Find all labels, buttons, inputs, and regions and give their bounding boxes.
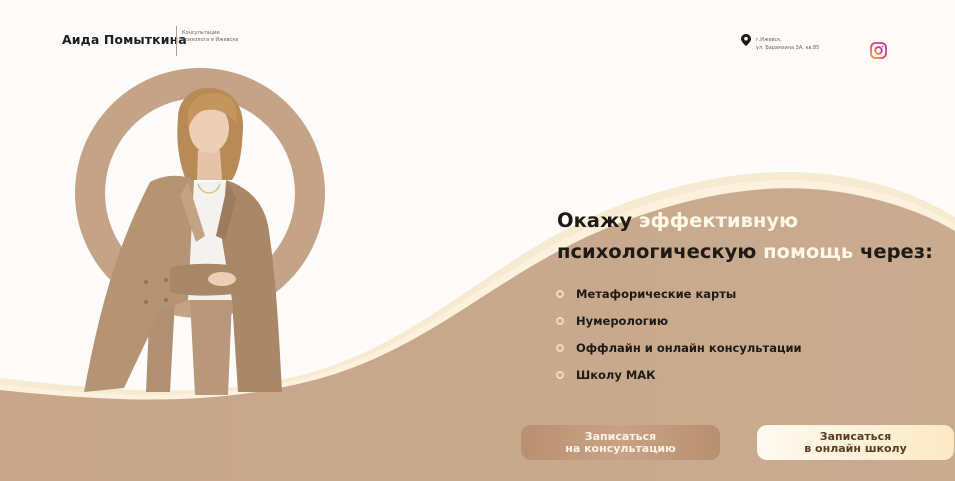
button-label-line-1: Записаться xyxy=(819,429,892,443)
tagline: Консультации психолога в Ижевске xyxy=(182,30,272,43)
instagram-icon[interactable] xyxy=(870,42,887,59)
list-item: Оффлайн и онлайн консультации xyxy=(556,334,802,361)
headline-word: Окажу xyxy=(557,209,633,232)
button-label-line-2: на консультацию xyxy=(565,441,676,455)
circle-bullet-icon xyxy=(556,316,564,325)
headline-word: через: xyxy=(859,240,933,263)
button-label-line-1: Записаться xyxy=(584,429,657,443)
enroll-online-school-button[interactable]: Записаться в онлайн школу xyxy=(757,425,954,460)
address-line-2: ул. Барамзина 3А, кв.85 xyxy=(756,44,820,51)
headline-highlight: помощь xyxy=(763,240,854,263)
headline-word: психологическую xyxy=(557,240,757,263)
brand-name[interactable]: Аида Помыткина xyxy=(62,32,187,47)
list-item: Нумерологию xyxy=(556,307,802,334)
list-item: Метафорические карты xyxy=(556,280,802,307)
book-consultation-button[interactable]: Записаться на консультацию xyxy=(521,425,720,460)
address: г.Ижевск, ул. Барамзина 3А, кв.85 xyxy=(756,37,819,52)
circle-bullet-icon xyxy=(556,370,564,379)
landing-page: Аида Помыткина Консультации психолога в … xyxy=(0,0,955,481)
circle-bullet-icon xyxy=(556,289,564,298)
services-list: Метафорические карты Нумерологию Оффлайн… xyxy=(556,280,802,388)
location-pin-icon xyxy=(741,34,751,46)
circle-bullet-icon xyxy=(556,343,564,352)
service-label: Оффлайн и онлайн консультации xyxy=(576,340,802,355)
service-label: Метафорические карты xyxy=(576,286,737,301)
tagline-line-2: психолога в Ижевске xyxy=(182,36,239,43)
hero-headline: Окажу эффективную психологическую помощь… xyxy=(557,205,933,267)
headline-line-1: Окажу эффективную xyxy=(557,205,933,236)
button-label-line-2: в онлайн школу xyxy=(804,441,907,455)
service-label: Школу МАК xyxy=(576,367,656,382)
headline-line-2: психологическую помощь через: xyxy=(557,236,933,267)
headline-highlight: эффективную xyxy=(638,209,799,232)
list-item: Школу МАК xyxy=(556,361,802,388)
service-label: Нумерологию xyxy=(576,313,669,328)
address-line-1: г.Ижевск, xyxy=(756,37,782,43)
header-divider xyxy=(176,26,177,56)
